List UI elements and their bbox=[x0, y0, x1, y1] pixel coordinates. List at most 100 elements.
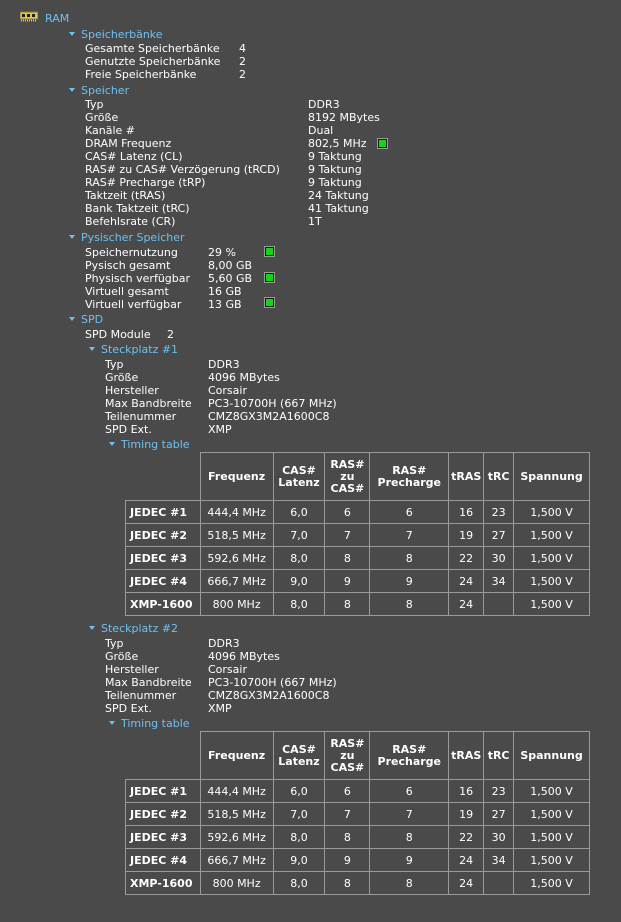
table-cell: 22 bbox=[448, 546, 485, 570]
table-cell: 1,500 V bbox=[513, 825, 590, 849]
slot2-manufacturer-label: Hersteller bbox=[105, 663, 159, 676]
table-row: XMP-1600 800 MHz 8,0 8 8 24 1,500 V bbox=[125, 871, 590, 895]
memory-frequency-label: DRAM Frequenz bbox=[85, 137, 172, 150]
virtual-total-value: 16 GB bbox=[208, 285, 242, 298]
table-cell: JEDEC #3 bbox=[125, 546, 201, 570]
table-cell: 8,0 bbox=[272, 592, 326, 616]
table-cell: JEDEC #1 bbox=[125, 779, 201, 803]
timing-header: RAS# Precharge bbox=[369, 731, 450, 780]
table-row: JEDEC #3 592,6 MHz 8,0 8 8 22 30 1,500 V bbox=[125, 546, 590, 570]
table-cell: 1,500 V bbox=[513, 779, 590, 803]
tree-node-slot-1[interactable]: Steckplatz #1 bbox=[101, 343, 178, 356]
collapse-arrow-icon[interactable] bbox=[109, 721, 115, 725]
collapse-arrow-icon[interactable] bbox=[109, 442, 115, 446]
spd-modules-value: 2 bbox=[167, 328, 174, 341]
slot2-partnumber-value: CMZ8GX3M2A1600C8 bbox=[208, 689, 330, 702]
table-cell: 8 bbox=[369, 592, 450, 616]
tree-node-ram[interactable]: RAM bbox=[45, 12, 69, 25]
table-cell: 8,0 bbox=[272, 546, 326, 570]
slot2-bandwidth-value: PC3-10700H (667 MHz) bbox=[208, 676, 337, 689]
table-row: JEDEC #2 518,5 MHz 7,0 7 7 19 27 1,500 V bbox=[125, 523, 590, 547]
memory-tras-value: 24 Taktung bbox=[308, 189, 369, 202]
tree-node-memory[interactable]: Speicher bbox=[81, 84, 129, 97]
banks-free-label: Freie Speicherbänke bbox=[85, 68, 197, 81]
slot1-partnumber-label: Teilenummer bbox=[105, 410, 177, 423]
spd-modules-label: SPD Module bbox=[85, 328, 151, 341]
timing-header: Spannung bbox=[513, 731, 590, 780]
table-row: JEDEC #4 666,7 MHz 9,0 9 9 24 34 1,500 V bbox=[125, 569, 590, 593]
tree-node-banks[interactable]: Speicherbänke bbox=[81, 28, 163, 41]
timing-header: tRC bbox=[483, 731, 515, 780]
collapse-arrow-icon[interactable] bbox=[69, 88, 75, 92]
tree-node-slot-2[interactable]: Steckplatz #2 bbox=[101, 622, 178, 635]
table-cell: 444,4 MHz bbox=[199, 500, 274, 524]
table-cell: 8 bbox=[369, 825, 450, 849]
table-row: JEDEC #1 444,4 MHz 6,0 6 6 16 23 1,500 V bbox=[125, 779, 590, 803]
timing-header: RAS# zu CAS# bbox=[324, 731, 371, 780]
table-row: JEDEC #4 666,7 MHz 9,0 9 9 24 34 1,500 V bbox=[125, 848, 590, 872]
table-cell: 8 bbox=[324, 592, 371, 616]
table-cell: 30 bbox=[483, 825, 515, 849]
slot2-type-label: Typ bbox=[105, 637, 124, 650]
timing-header: CAS# Latenz bbox=[272, 452, 326, 501]
collapse-arrow-icon[interactable] bbox=[69, 317, 75, 321]
physical-total-label: Pysisch gesamt bbox=[85, 259, 171, 272]
table-cell: 7 bbox=[324, 802, 371, 826]
table-row: JEDEC #2 518,5 MHz 7,0 7 7 19 27 1,500 V bbox=[125, 802, 590, 826]
timing-header: tRAS bbox=[448, 731, 485, 780]
collapse-arrow-icon[interactable] bbox=[89, 626, 95, 630]
slot1-bandwidth-value: PC3-10700H (667 MHz) bbox=[208, 397, 337, 410]
table-cell: 7,0 bbox=[272, 523, 326, 547]
table-cell: 34 bbox=[483, 848, 515, 872]
memory-tras-label: Taktzeit (tRAS) bbox=[85, 189, 166, 202]
table-cell: 6 bbox=[324, 779, 371, 803]
table-cell: 23 bbox=[483, 779, 515, 803]
tree-node-physical[interactable]: Pysischer Speicher bbox=[81, 231, 185, 244]
table-cell: 8 bbox=[369, 871, 450, 895]
table-cell: 6,0 bbox=[272, 779, 326, 803]
tree-node-timing-table-1[interactable]: Timing table bbox=[121, 438, 190, 451]
table-cell: 444,4 MHz bbox=[199, 779, 274, 803]
table-cell: 7 bbox=[324, 523, 371, 547]
table-cell: 24 bbox=[448, 871, 485, 895]
collapse-arrow-icon[interactable] bbox=[69, 235, 75, 239]
memory-trc-value: 41 Taktung bbox=[308, 202, 369, 215]
table-cell: 27 bbox=[483, 523, 515, 547]
slot1-partnumber-value: CMZ8GX3M2A1600C8 bbox=[208, 410, 330, 423]
table-cell: JEDEC #1 bbox=[125, 500, 201, 524]
table-cell: 800 MHz bbox=[199, 592, 274, 616]
table-cell: 9 bbox=[369, 848, 450, 872]
memory-cr-value: 1T bbox=[308, 215, 322, 228]
table-cell: JEDEC #2 bbox=[125, 523, 201, 547]
table-row: JEDEC #3 592,6 MHz 8,0 8 8 22 30 1,500 V bbox=[125, 825, 590, 849]
timing-header: CAS# Latenz bbox=[272, 731, 326, 780]
table-cell: 30 bbox=[483, 546, 515, 570]
table-cell: 1,500 V bbox=[513, 871, 590, 895]
table-cell: JEDEC #4 bbox=[125, 569, 201, 593]
table-cell: JEDEC #2 bbox=[125, 802, 201, 826]
banks-total-label: Gesamte Speicherbänke bbox=[85, 42, 220, 55]
table-cell: 6 bbox=[369, 779, 450, 803]
slot2-bandwidth-label: Max Bandbreite bbox=[105, 676, 192, 689]
collapse-arrow-icon[interactable] bbox=[69, 32, 75, 36]
physical-usage-label: Speichernutzung bbox=[85, 246, 178, 259]
memory-trcd-value: 9 Taktung bbox=[308, 163, 362, 176]
table-cell: 8 bbox=[369, 546, 450, 570]
table-cell: 1,500 V bbox=[513, 569, 590, 593]
banks-free-value: 2 bbox=[239, 68, 246, 81]
table-cell: 9 bbox=[324, 569, 371, 593]
collapse-arrow-icon[interactable] bbox=[89, 347, 95, 351]
table-cell: 1,500 V bbox=[513, 848, 590, 872]
tree-node-timing-table-2[interactable]: Timing table bbox=[121, 717, 190, 730]
banks-used-label: Genutzte Speicherbänke bbox=[85, 55, 221, 68]
table-cell: 34 bbox=[483, 569, 515, 593]
table-cell: 22 bbox=[448, 825, 485, 849]
slot1-manufacturer-value: Corsair bbox=[208, 384, 247, 397]
slot2-size-label: Größe bbox=[105, 650, 139, 663]
tree-node-spd[interactable]: SPD bbox=[81, 313, 103, 326]
virtual-available-value: 13 GB bbox=[208, 298, 242, 311]
table-cell: 7 bbox=[369, 523, 450, 547]
memory-trp-label: RAS# Precharge (tRP) bbox=[85, 176, 206, 189]
table-cell: XMP-1600 bbox=[125, 592, 201, 616]
memory-cl-value: 9 Taktung bbox=[308, 150, 362, 163]
